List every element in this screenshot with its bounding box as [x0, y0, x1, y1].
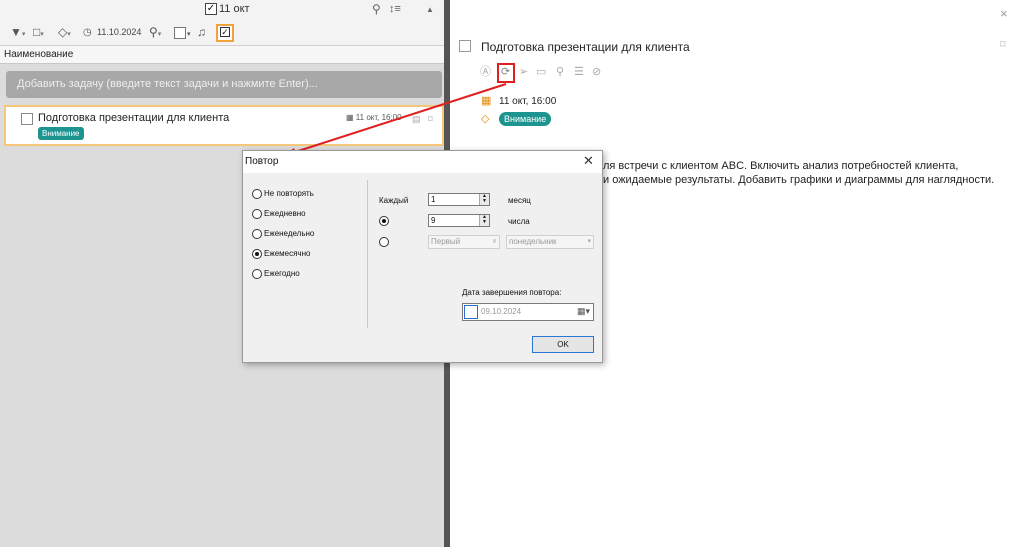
day-value: 9 [431, 216, 436, 225]
end-date-picker[interactable]: 09.10.2024 ▦▾ [462, 303, 594, 321]
dialog-titlebar: Повтор ✕ [243, 151, 602, 173]
radio-label: Не повторять [264, 189, 314, 198]
calendar-dropdown-icon[interactable]: ▦▾ [577, 306, 590, 317]
radio-label: Ежемесячно [264, 249, 311, 258]
radio-monthly[interactable] [252, 249, 262, 259]
ok-button[interactable]: OK [532, 336, 594, 353]
interval-value: 1 [431, 195, 436, 204]
radio-label: Ежегодно [264, 269, 300, 278]
ordinal-select[interactable]: Первый ∨ [428, 235, 500, 249]
dialog-title: Повтор [245, 156, 279, 167]
repeat-dialog: Повтор ✕ Не повторять Ежедневно Еженедел… [242, 150, 603, 363]
radio-weekday-of-month[interactable] [379, 237, 389, 247]
spin-arrows-icon[interactable]: ▲ ▼ [479, 194, 489, 205]
interval-unit: месяц [508, 196, 531, 205]
radio-label: Ежедневно [264, 209, 306, 218]
weekday-value: понедельник [509, 237, 557, 246]
day-stepper[interactable]: 9 ▲ ▼ [428, 214, 490, 227]
radio-weekly[interactable] [252, 229, 262, 239]
radio-label: Еженедельно [264, 229, 315, 238]
radio-yearly[interactable] [252, 269, 262, 279]
interval-stepper[interactable]: 1 ▲ ▼ [428, 193, 490, 206]
weekday-select[interactable]: понедельник ▾ [506, 235, 594, 249]
end-date-value: 09.10.2024 [481, 307, 522, 316]
close-icon[interactable]: ✕ [583, 153, 594, 169]
every-label: Каждый [379, 196, 409, 205]
radio-no-repeat[interactable] [252, 189, 262, 199]
end-date-label: Дата завершения повтора: [462, 288, 562, 297]
chevron-down-icon: ▾ [587, 238, 591, 245]
end-date-enable-checkbox[interactable] [464, 305, 478, 319]
radio-daily[interactable] [252, 209, 262, 219]
dialog-separator [367, 180, 368, 328]
day-unit: числа [508, 217, 530, 226]
ordinal-value: Первый [431, 237, 461, 246]
radio-day-of-month[interactable] [379, 216, 389, 226]
spin-arrows-icon[interactable]: ▲ ▼ [479, 215, 489, 226]
chevron-down-icon: ∨ [491, 238, 497, 245]
